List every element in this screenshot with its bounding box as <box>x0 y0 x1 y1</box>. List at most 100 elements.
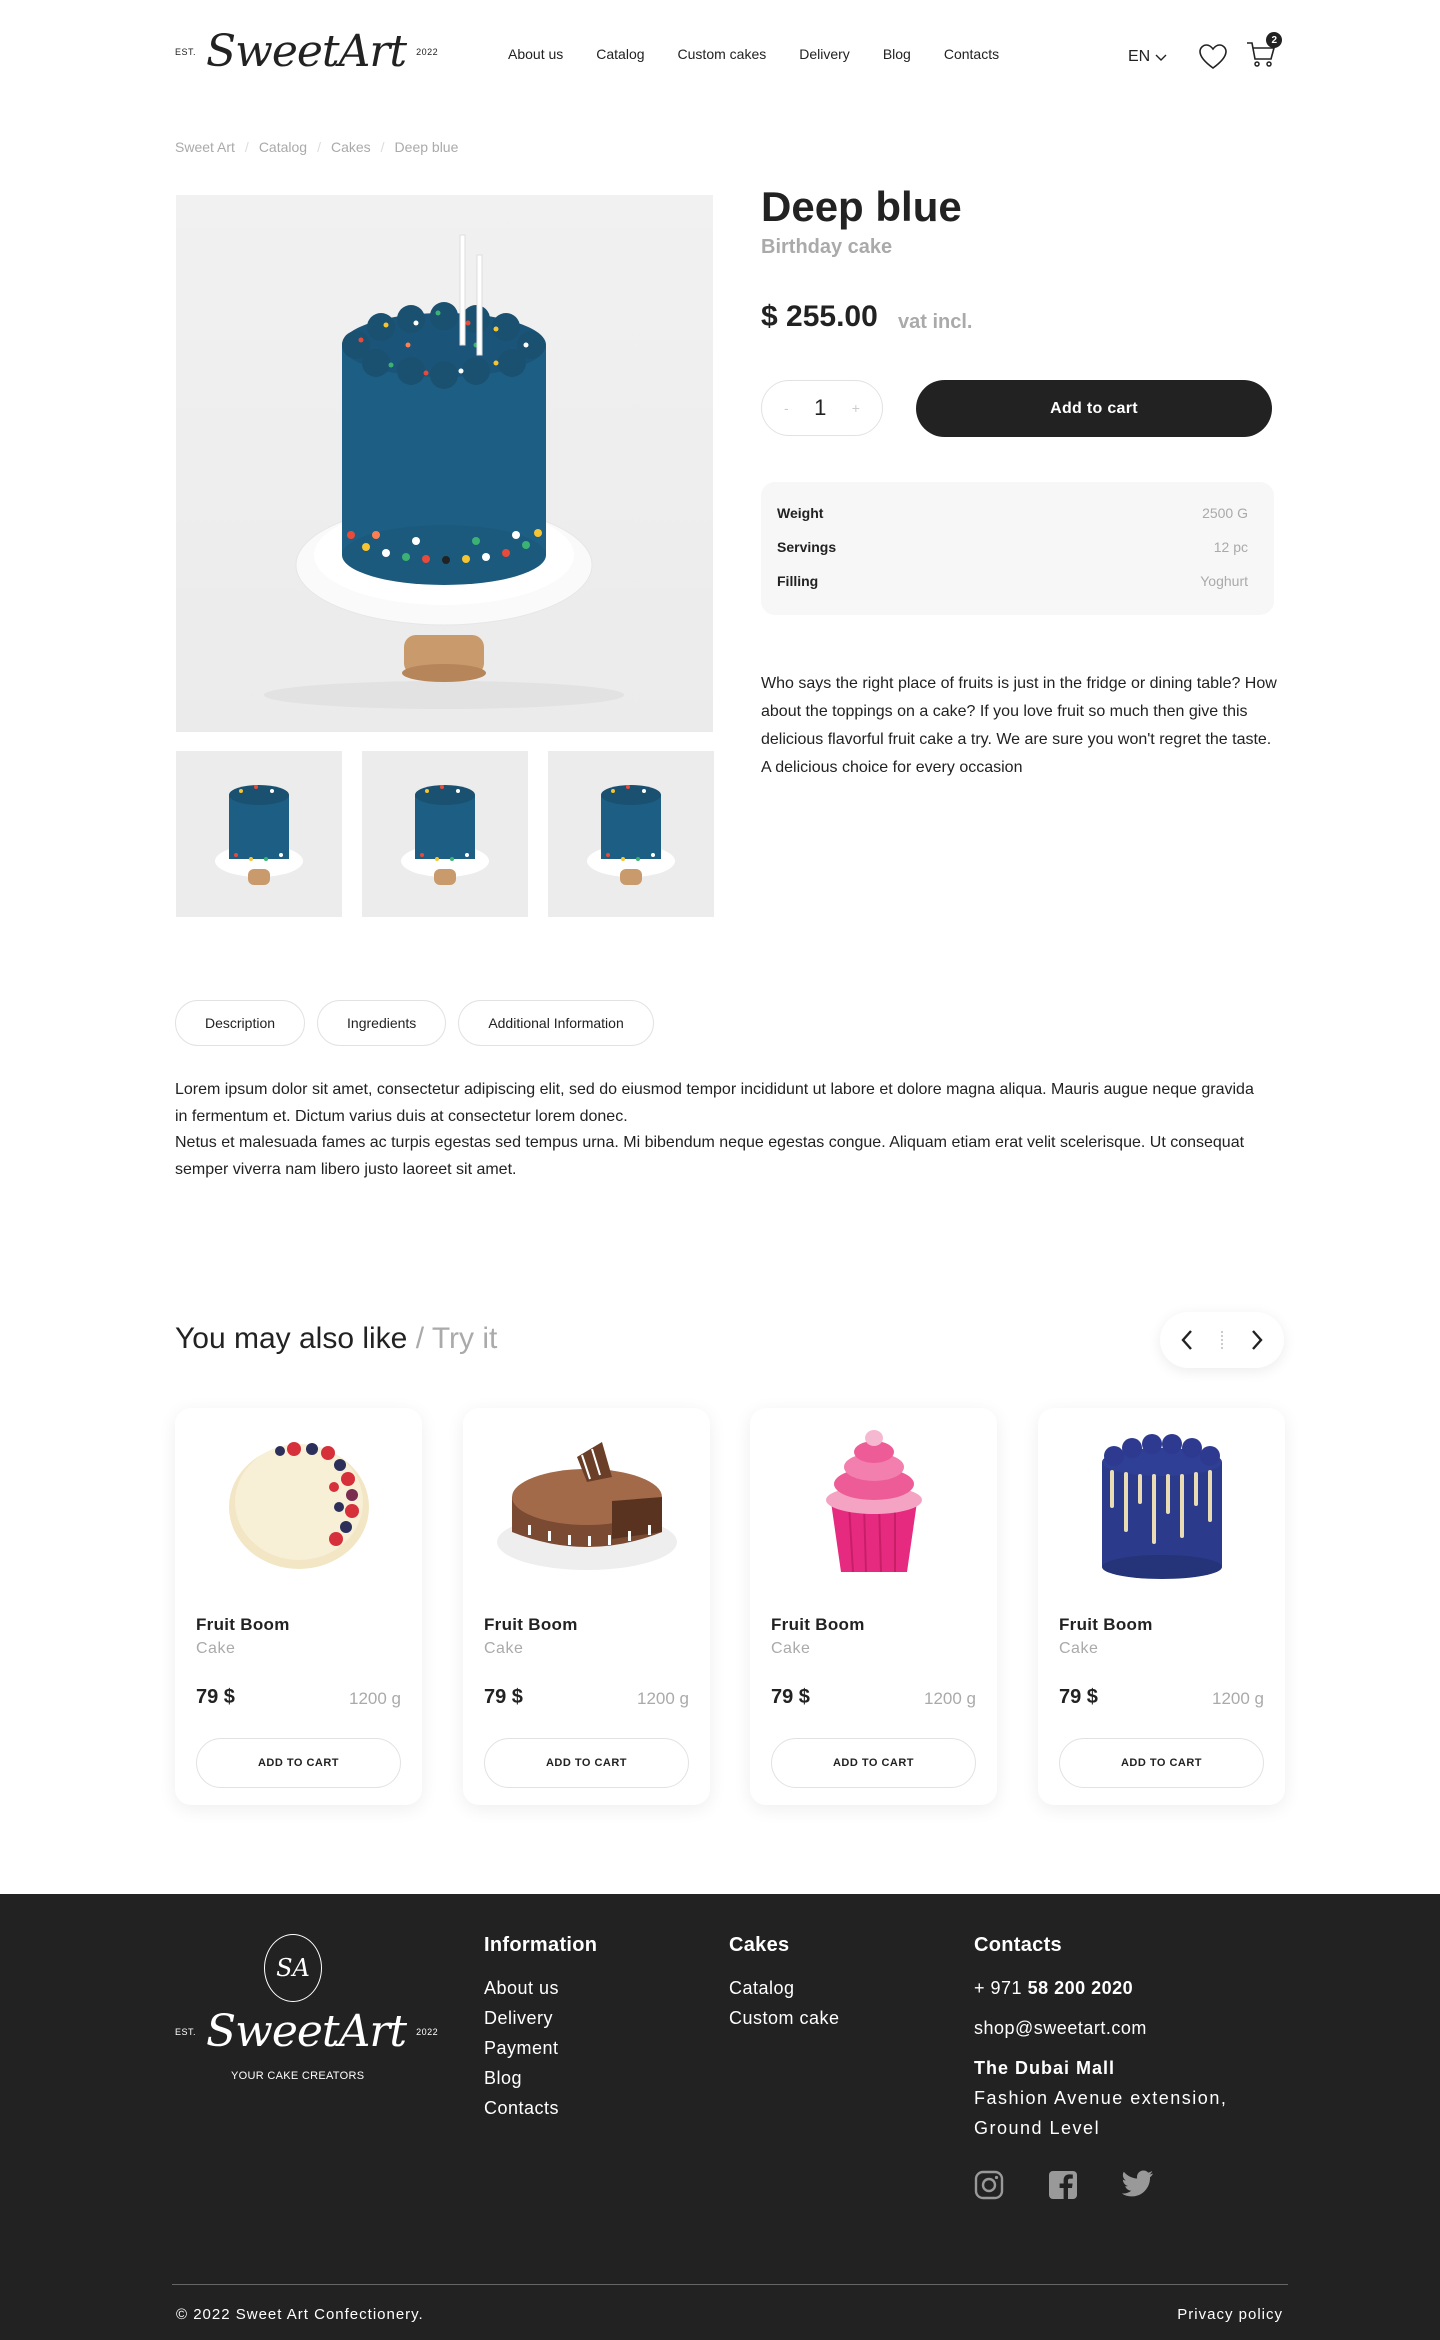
footer-email-link[interactable]: shop@sweetart.com <box>974 2013 1227 2043</box>
blue-cake-thumbnail <box>215 785 303 885</box>
language-selector[interactable]: EN <box>1128 48 1168 66</box>
spec-row: Servings 12 pc <box>777 539 1248 573</box>
qty-plus-button[interactable]: + <box>852 400 860 416</box>
breadcrumb-current: Deep blue <box>394 139 459 155</box>
product-thumbnail-1[interactable] <box>176 751 342 917</box>
spec-value: Yoghurt <box>1200 573 1248 589</box>
card-price: 79 $ <box>1059 1686 1098 1708</box>
site-footer: SA EST. SweetArt 2022 YOUR CAKE CREATORS… <box>0 1894 1440 2340</box>
spec-row: Filling Yoghurt <box>777 573 1248 607</box>
footer-link-delivery[interactable]: Delivery <box>484 2003 597 2033</box>
footer-column-title: Cakes <box>729 1934 790 1956</box>
breadcrumb-home[interactable]: Sweet Art <box>175 139 235 155</box>
footer-column-title: Contacts <box>974 1934 1062 1956</box>
monogram-text: SA <box>276 1954 310 1982</box>
footer-logo[interactable]: EST. SweetArt 2022 <box>175 2006 438 2057</box>
phone-number: 58 200 2020 <box>1027 1978 1134 1998</box>
card-add-to-cart-button[interactable]: ADD TO CART <box>771 1738 976 1788</box>
footer-tagline: YOUR CAKE CREATORS <box>231 2070 365 2082</box>
language-label: EN <box>1128 47 1151 65</box>
logo-name: SweetArt <box>206 26 407 77</box>
tab-ingredients[interactable]: Ingredients <box>317 1000 447 1046</box>
footer-link-contacts[interactable]: Contacts <box>484 2093 597 2123</box>
blue-cake-image <box>264 234 624 709</box>
card-weight: 1200 g <box>924 1689 976 1708</box>
nav-blog[interactable]: Blog <box>883 46 911 62</box>
related-heading-muted: / Try it <box>415 1322 498 1355</box>
card-add-to-cart-button[interactable]: ADD TO CART <box>484 1738 689 1788</box>
nav-contacts[interactable]: Contacts <box>944 46 999 62</box>
spec-row: Weight 2500 G <box>777 505 1248 539</box>
location-line: Fashion Avenue extension, <box>974 2088 1228 2108</box>
berry-cake-icon <box>195 1422 402 1582</box>
add-to-cart-button[interactable]: Add to cart <box>916 380 1272 437</box>
card-weight: 1200 g <box>349 1689 401 1708</box>
footer-link-blog[interactable]: Blog <box>484 2063 597 2093</box>
twitter-icon[interactable] <box>1122 2170 1154 2198</box>
qty-minus-button[interactable]: - <box>784 400 789 416</box>
footer-cakes-column: Cakes Catalog Custom cake <box>729 1934 840 2033</box>
breadcrumb-cakes[interactable]: Cakes <box>331 139 371 155</box>
phone-prefix: + 971 <box>974 1978 1023 1998</box>
social-links <box>974 2170 1154 2200</box>
footer-link-about-us[interactable]: About us <box>484 1973 597 2003</box>
product-card[interactable]: Fruit Boom Cake 79 $ 1200 g ADD TO CART <box>463 1408 710 1805</box>
footer-information-column: Information About us Delivery Payment Bl… <box>484 1934 597 2123</box>
chevron-right-icon[interactable] <box>1250 1329 1264 1351</box>
blue-drip-cake-icon <box>1058 1422 1265 1582</box>
location-line: Ground Level <box>974 2118 1101 2138</box>
related-heading: You may also like / Try it <box>175 1322 497 1356</box>
card-name: Fruit Boom <box>196 1615 290 1634</box>
divider <box>1221 1331 1223 1349</box>
card-price: 79 $ <box>771 1686 810 1708</box>
privacy-policy-link[interactable]: Privacy policy <box>1177 2306 1283 2323</box>
logo[interactable]: EST. SweetArt 2022 <box>175 26 438 77</box>
quantity-stepper: - 1 + <box>761 380 883 436</box>
breadcrumb: Sweet Art / Catalog / Cakes / Deep blue <box>175 139 458 155</box>
product-price: $ 255.00 <box>761 300 878 333</box>
product-card[interactable]: Fruit Boom Cake 79 $ 1200 g ADD TO CART <box>1038 1408 1285 1805</box>
nav-delivery[interactable]: Delivery <box>799 46 850 62</box>
tab-additional-information[interactable]: Additional Information <box>458 1000 654 1046</box>
card-add-to-cart-button[interactable]: ADD TO CART <box>196 1738 401 1788</box>
monogram-badge: SA <box>264 1934 322 2002</box>
card-weight: 1200 g <box>637 1689 689 1708</box>
qty-value[interactable]: 1 <box>814 395 826 421</box>
tab-description[interactable]: Description <box>175 1000 306 1046</box>
chevron-left-icon[interactable] <box>1180 1329 1194 1351</box>
card-type: Cake <box>771 1640 811 1657</box>
footer-phone-link[interactable]: + 971 58 200 2020 <box>974 1973 1227 2003</box>
nav-custom-cakes[interactable]: Custom cakes <box>678 46 767 62</box>
card-type: Cake <box>484 1640 524 1657</box>
footer-link-catalog[interactable]: Catalog <box>729 1973 840 2003</box>
product-thumbnail-2[interactable] <box>362 751 528 917</box>
card-weight: 1200 g <box>1212 1689 1264 1708</box>
tab-paragraph: Netus et malesuada fames ac turpis egest… <box>175 1134 1245 1178</box>
cart-button[interactable]: 2 <box>1246 32 1283 73</box>
product-card[interactable]: Fruit Boom Cake 79 $ 1200 g ADD TO CART <box>750 1408 997 1805</box>
product-card[interactable]: Fruit Boom Cake 79 $ 1200 g ADD TO CART <box>175 1408 422 1805</box>
product-main-image <box>176 195 713 732</box>
heart-icon[interactable] <box>1198 43 1228 71</box>
footer-divider <box>172 2284 1288 2285</box>
product-tabs: Description Ingredients Additional Infor… <box>175 1000 654 1046</box>
footer-link-custom-cake[interactable]: Custom cake <box>729 2003 840 2033</box>
card-price: 79 $ <box>484 1686 523 1708</box>
breadcrumb-catalog[interactable]: Catalog <box>259 139 307 155</box>
footer-link-payment[interactable]: Payment <box>484 2033 597 2063</box>
product-thumbnail-3[interactable] <box>548 751 714 917</box>
logo-name: SweetArt <box>206 2006 407 2057</box>
instagram-icon[interactable] <box>974 2170 1004 2200</box>
card-add-to-cart-button[interactable]: ADD TO CART <box>1059 1738 1264 1788</box>
cart-count-badge: 2 <box>1266 32 1283 48</box>
chevron-down-icon <box>1155 54 1167 61</box>
facebook-icon[interactable] <box>1048 2170 1078 2200</box>
main-nav: About us Catalog Custom cakes Delivery B… <box>508 46 999 62</box>
nav-about-us[interactable]: About us <box>508 46 563 62</box>
location-title: The Dubai Mall <box>974 2058 1116 2078</box>
logo-year: 2022 <box>416 46 439 57</box>
card-price: 79 $ <box>196 1686 235 1708</box>
card-type: Cake <box>1059 1640 1099 1657</box>
spec-value: 12 pc <box>1213 539 1248 555</box>
nav-catalog[interactable]: Catalog <box>596 46 644 62</box>
